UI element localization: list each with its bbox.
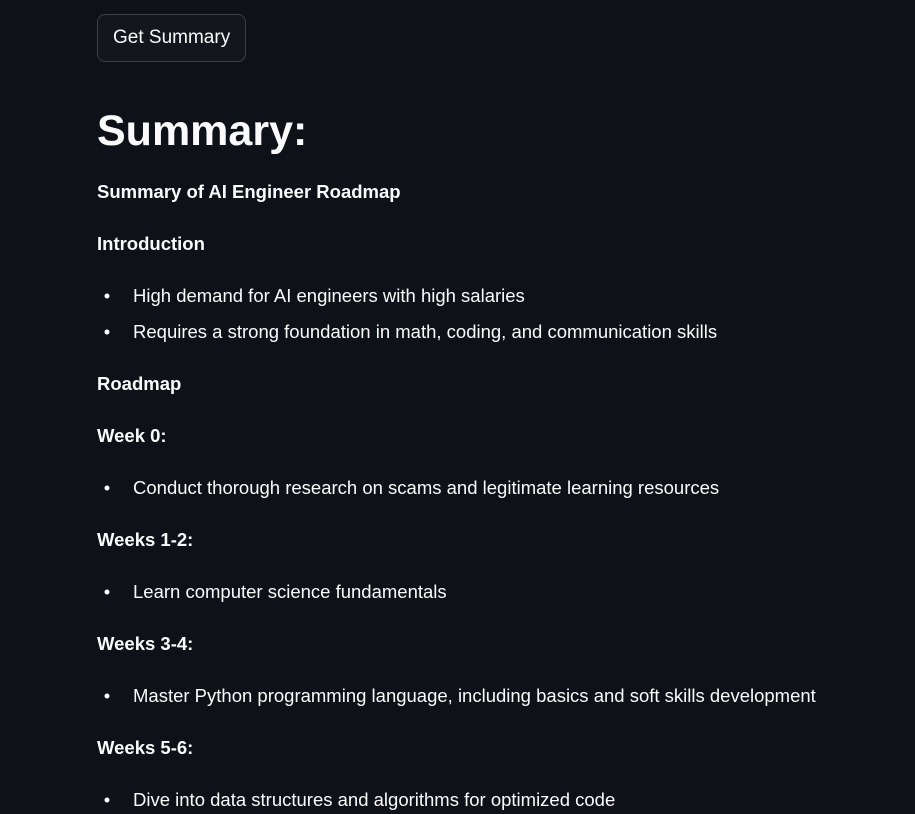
- introduction-heading: Introduction: [97, 233, 205, 254]
- bullet-icon: •: [103, 285, 111, 306]
- week-list: • Master Python programming language, inc…: [97, 682, 887, 710]
- list-item: • Requires a strong foundation in math, c…: [97, 318, 887, 346]
- week-heading: Weeks 5-6:: [97, 737, 194, 758]
- bullet-icon: •: [103, 685, 111, 706]
- week-list: • Conduct thorough research on scams and …: [97, 474, 887, 502]
- week-heading: Week 0:: [97, 425, 167, 446]
- list-item: • Master Python programming language, inc…: [97, 682, 887, 710]
- roadmap-heading: Roadmap: [97, 373, 182, 394]
- bullet-icon: •: [103, 477, 111, 498]
- get-summary-button[interactable]: Get Summary: [97, 14, 247, 62]
- list-item: • Learn computer science fundamentals: [97, 578, 887, 606]
- page-title: Summary:: [97, 107, 308, 155]
- introduction-list: • High demand for AI engineers with high …: [97, 282, 887, 346]
- summary-content: Summary of AI Engineer Roadmap Introduct…: [97, 178, 887, 814]
- bullet-icon: •: [103, 321, 111, 342]
- week-list: • Dive into data structures and algorithm…: [97, 786, 887, 814]
- week-list: • Learn computer science fundamentals: [97, 578, 887, 606]
- list-item: • Conduct thorough research on scams and …: [97, 474, 887, 502]
- week-heading: Weeks 3-4:: [97, 633, 194, 654]
- week-heading: Weeks 1-2:: [97, 529, 194, 550]
- list-item: • High demand for AI engineers with high …: [97, 282, 887, 310]
- list-item: • Dive into data structures and algorithm…: [97, 786, 887, 814]
- bullet-icon: •: [103, 581, 111, 602]
- bullet-icon: •: [103, 789, 111, 810]
- summary-title: Summary of AI Engineer Roadmap: [97, 181, 401, 202]
